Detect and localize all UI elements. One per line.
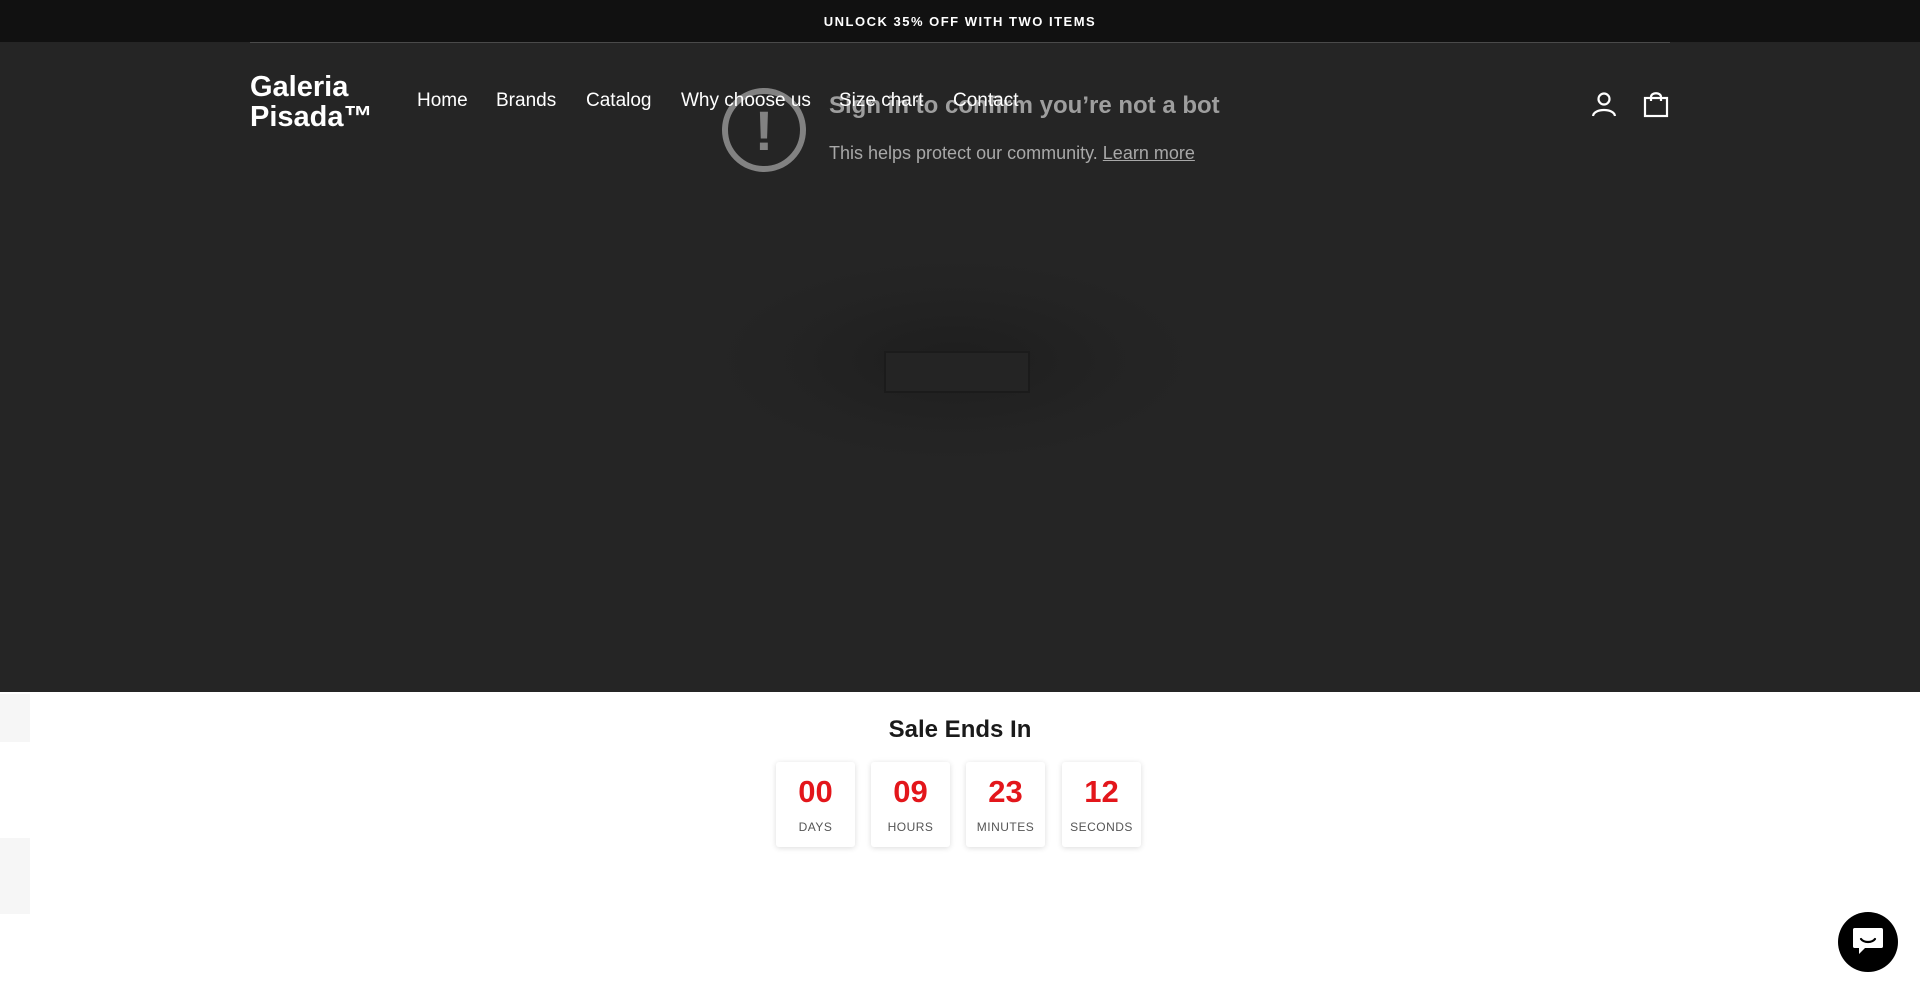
timer-hours: 09 HOURS [871, 762, 950, 847]
timer-days-value: 00 [798, 774, 833, 809]
timer-seconds-label: SECONDS [1070, 820, 1133, 834]
nav-contact[interactable]: Contact [953, 90, 1018, 112]
chat-bubble-icon [1851, 924, 1885, 961]
learn-more-link[interactable]: Learn more [1103, 143, 1195, 163]
nav-why-choose-us[interactable]: Why choose us [681, 90, 811, 112]
timer-seconds: 12 SECONDS [1062, 762, 1141, 847]
announcement-text: UNLOCK 35% OFF WITH TWO ITEMS [823, 13, 1097, 29]
overlay-ghost-button [884, 351, 1030, 393]
timer-hours-value: 09 [893, 774, 928, 809]
user-icon[interactable] [1590, 90, 1618, 118]
sale-ends-title: Sale Ends In [888, 716, 1032, 743]
overlay-subtitle: This helps protect our community. Learn … [829, 143, 1195, 164]
site-logo[interactable]: Galeria Pisada™ [250, 72, 390, 132]
announcement-bar: UNLOCK 35% OFF WITH TWO ITEMS [0, 0, 1920, 42]
timer-minutes-value: 23 [988, 774, 1023, 809]
header-divider [250, 42, 1670, 43]
timer-hours-label: HOURS [887, 820, 934, 834]
nav-size-chart[interactable]: Size chart [839, 90, 923, 112]
timer-minutes-label: MINUTES [976, 820, 1035, 834]
timer-days-label: DAYS [798, 820, 833, 834]
side-tab-bottom[interactable] [0, 838, 30, 914]
timer-days: 00 DAYS [776, 762, 855, 847]
chat-button[interactable] [1838, 912, 1898, 972]
nav-brands[interactable]: Brands [496, 90, 556, 112]
nav-catalog[interactable]: Catalog [586, 90, 652, 112]
timer-minutes: 23 MINUTES [966, 762, 1045, 847]
side-tab-top[interactable] [0, 694, 30, 742]
timer-seconds-value: 12 [1084, 774, 1119, 809]
nav-home[interactable]: Home [417, 90, 468, 112]
overlay-subtitle-text: This helps protect our community. [829, 143, 1098, 163]
shopping-bag-icon[interactable] [1642, 90, 1670, 118]
